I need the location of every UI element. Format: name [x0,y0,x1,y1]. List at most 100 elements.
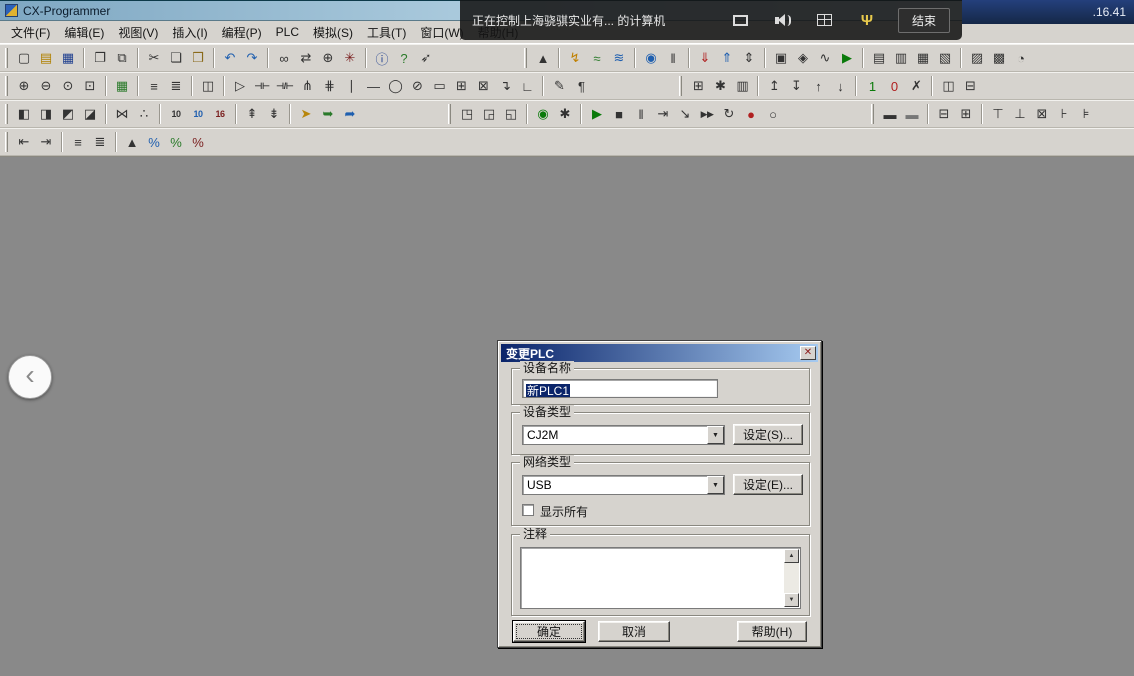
fullscreen-icon[interactable] [727,8,755,32]
find-icon[interactable]: ∞ [273,47,295,69]
show-all-checkbox[interactable] [522,504,534,516]
paste-icon[interactable]: ❒ [187,47,209,69]
replace-icon[interactable]: ⇄ [295,47,317,69]
plc-clock-icon[interactable]: ◔ [1010,47,1032,69]
or-closed-contact-icon[interactable]: ⋕ [318,75,340,97]
properties-icon[interactable]: ▥ [731,75,753,97]
mnemonic-view-icon[interactable]: ▥ [890,47,912,69]
split-window-icon[interactable]: ◫ [937,75,959,97]
device-type-dropdown-icon[interactable]: ▼ [707,426,724,444]
show-sections-icon[interactable]: ⊞ [955,103,977,125]
debug-mode-icon[interactable]: ◈ [792,47,814,69]
comment-scrollbar[interactable]: ▲ ▼ [784,549,799,607]
go-forward-icon[interactable]: ➥ [317,103,339,125]
panels-icon[interactable] [811,8,839,32]
toolbar-grip[interactable] [448,104,451,124]
coil-icon[interactable]: ◯ [384,75,406,97]
differentiate-down-icon[interactable]: ↧ [785,75,807,97]
zoom-75-icon[interactable]: % [165,131,187,153]
ok-button[interactable]: 确定 [513,621,585,642]
fb-parameter-icon[interactable]: ⊠ [472,75,494,97]
ladder-view-icon[interactable]: ▤ [868,47,890,69]
sim-stop-icon[interactable]: ■ [608,103,630,125]
toolbar-grip[interactable] [679,76,682,96]
cross-reference-icon[interactable]: ✳ [339,47,361,69]
copy-icon[interactable]: ❏ [165,47,187,69]
toolbar-grip[interactable] [5,48,8,68]
pause-monitor-icon[interactable]: ‖ [662,47,684,69]
scroll-down-icon[interactable]: ▼ [784,593,799,607]
show-comments-icon[interactable]: ⊟ [933,103,955,125]
new-icon[interactable]: ▢ [13,47,35,69]
speaker-icon[interactable] [769,8,797,32]
closed-contact-icon[interactable]: ⊣/⊢ [273,75,296,97]
join-line-icon[interactable]: ⊦ [1053,103,1075,125]
status-bar-icon[interactable]: ▬ [901,103,923,125]
sim-step-in-icon[interactable]: ↘ [674,103,696,125]
network-icon[interactable]: Ψ [853,8,881,32]
forward-indent-icon[interactable]: ⇥ [35,131,57,153]
network-type-combobox[interactable]: USB ▼ [522,475,725,495]
detail-view-icon[interactable]: ≣ [89,131,111,153]
monitor-mode-icon[interactable]: ∿ [814,47,836,69]
force-on-icon[interactable]: 1 [861,75,883,97]
program-mode-icon[interactable]: ▣ [770,47,792,69]
plc-settings-icon[interactable]: ▨ [966,47,988,69]
force-cancel-icon[interactable]: ✗ [905,75,927,97]
io-table-icon[interactable]: ▧ [934,47,956,69]
device-type-combobox[interactable]: CJ2M ▼ [522,425,725,445]
sim-connect-icon[interactable]: ◉ [532,103,554,125]
menu-plc[interactable]: PLC [269,22,306,42]
download-icon[interactable]: ⇓ [694,47,716,69]
open-contact-icon[interactable]: ⊣⊢ [251,75,273,97]
diff-monitor-up-icon[interactable]: ⇞ [241,103,263,125]
bookmark-icon[interactable]: ➦ [339,103,361,125]
output-window-icon[interactable]: ◨ [35,103,57,125]
zoom-200-icon[interactable]: % [187,131,209,153]
force-off-icon[interactable]: 0 [883,75,905,97]
monitor-signed-icon[interactable]: 10 [187,103,209,125]
auto-online-icon[interactable]: ≈ [586,47,608,69]
sim-step-icon[interactable]: ⇥ [652,103,674,125]
io-bar-icon[interactable]: ▬ [879,103,901,125]
vertical-line-icon[interactable]: ∣ [340,75,362,97]
zoom-50-icon[interactable]: % [143,131,165,153]
grid-icon[interactable]: ▦ [111,75,133,97]
back-button[interactable]: ‹ [8,355,52,399]
end-session-button[interactable]: 结束 [898,8,950,33]
menu-file[interactable]: 文件(F) [4,21,57,44]
function-block-icon[interactable]: ⊞ [450,75,472,97]
sim-run-icon[interactable]: ▶ [586,103,608,125]
back-indent-icon[interactable]: ⇤ [13,131,35,153]
sim-console-icon[interactable]: ◱ [500,103,522,125]
insert-row-below-icon[interactable]: ⊥ [1009,103,1031,125]
differentiate-up-icon[interactable]: ↥ [763,75,785,97]
menu-simulation[interactable]: 模拟(S) [306,21,360,44]
undo-icon[interactable]: ↶ [219,47,241,69]
memory-view-icon[interactable]: ▩ [988,47,1010,69]
menu-edit[interactable]: 编辑(E) [57,21,111,44]
select-tool-icon[interactable]: ▷ [229,75,251,97]
work-online-icon[interactable]: ↯ [564,47,586,69]
scroll-track[interactable] [784,563,799,593]
zoom-in-icon[interactable]: ⊕ [13,75,35,97]
or-open-contact-icon[interactable]: ⋔ [296,75,318,97]
show-output-icon[interactable]: ▲ [532,47,554,69]
device-type-settings-button[interactable]: 设定(S)... [733,424,803,445]
rung-comment-icon[interactable]: ≡ [143,75,165,97]
rung-list-icon[interactable]: ≣ [165,75,187,97]
network-config-icon[interactable]: ◳ [456,103,478,125]
sim-clear-breakpoints-icon[interactable]: ○ [762,103,784,125]
sim-scan-icon[interactable]: ↻ [718,103,740,125]
monitor-hex-icon[interactable]: 16 [209,103,231,125]
menu-insert[interactable]: 插入(I) [165,21,214,44]
print-icon[interactable]: ❐ [89,47,111,69]
instruction-icon[interactable]: ▭ [428,75,450,97]
network-type-dropdown-icon[interactable]: ▼ [707,476,724,494]
run-mode-icon[interactable]: ▶ [836,47,858,69]
delete-row-icon[interactable]: ⊠ [1031,103,1053,125]
menu-view[interactable]: 视图(V) [111,21,165,44]
toolbar-grip[interactable] [871,104,874,124]
io-comment-icon[interactable]: ∴ [133,103,155,125]
about-icon[interactable]: ⓘ [371,47,393,69]
